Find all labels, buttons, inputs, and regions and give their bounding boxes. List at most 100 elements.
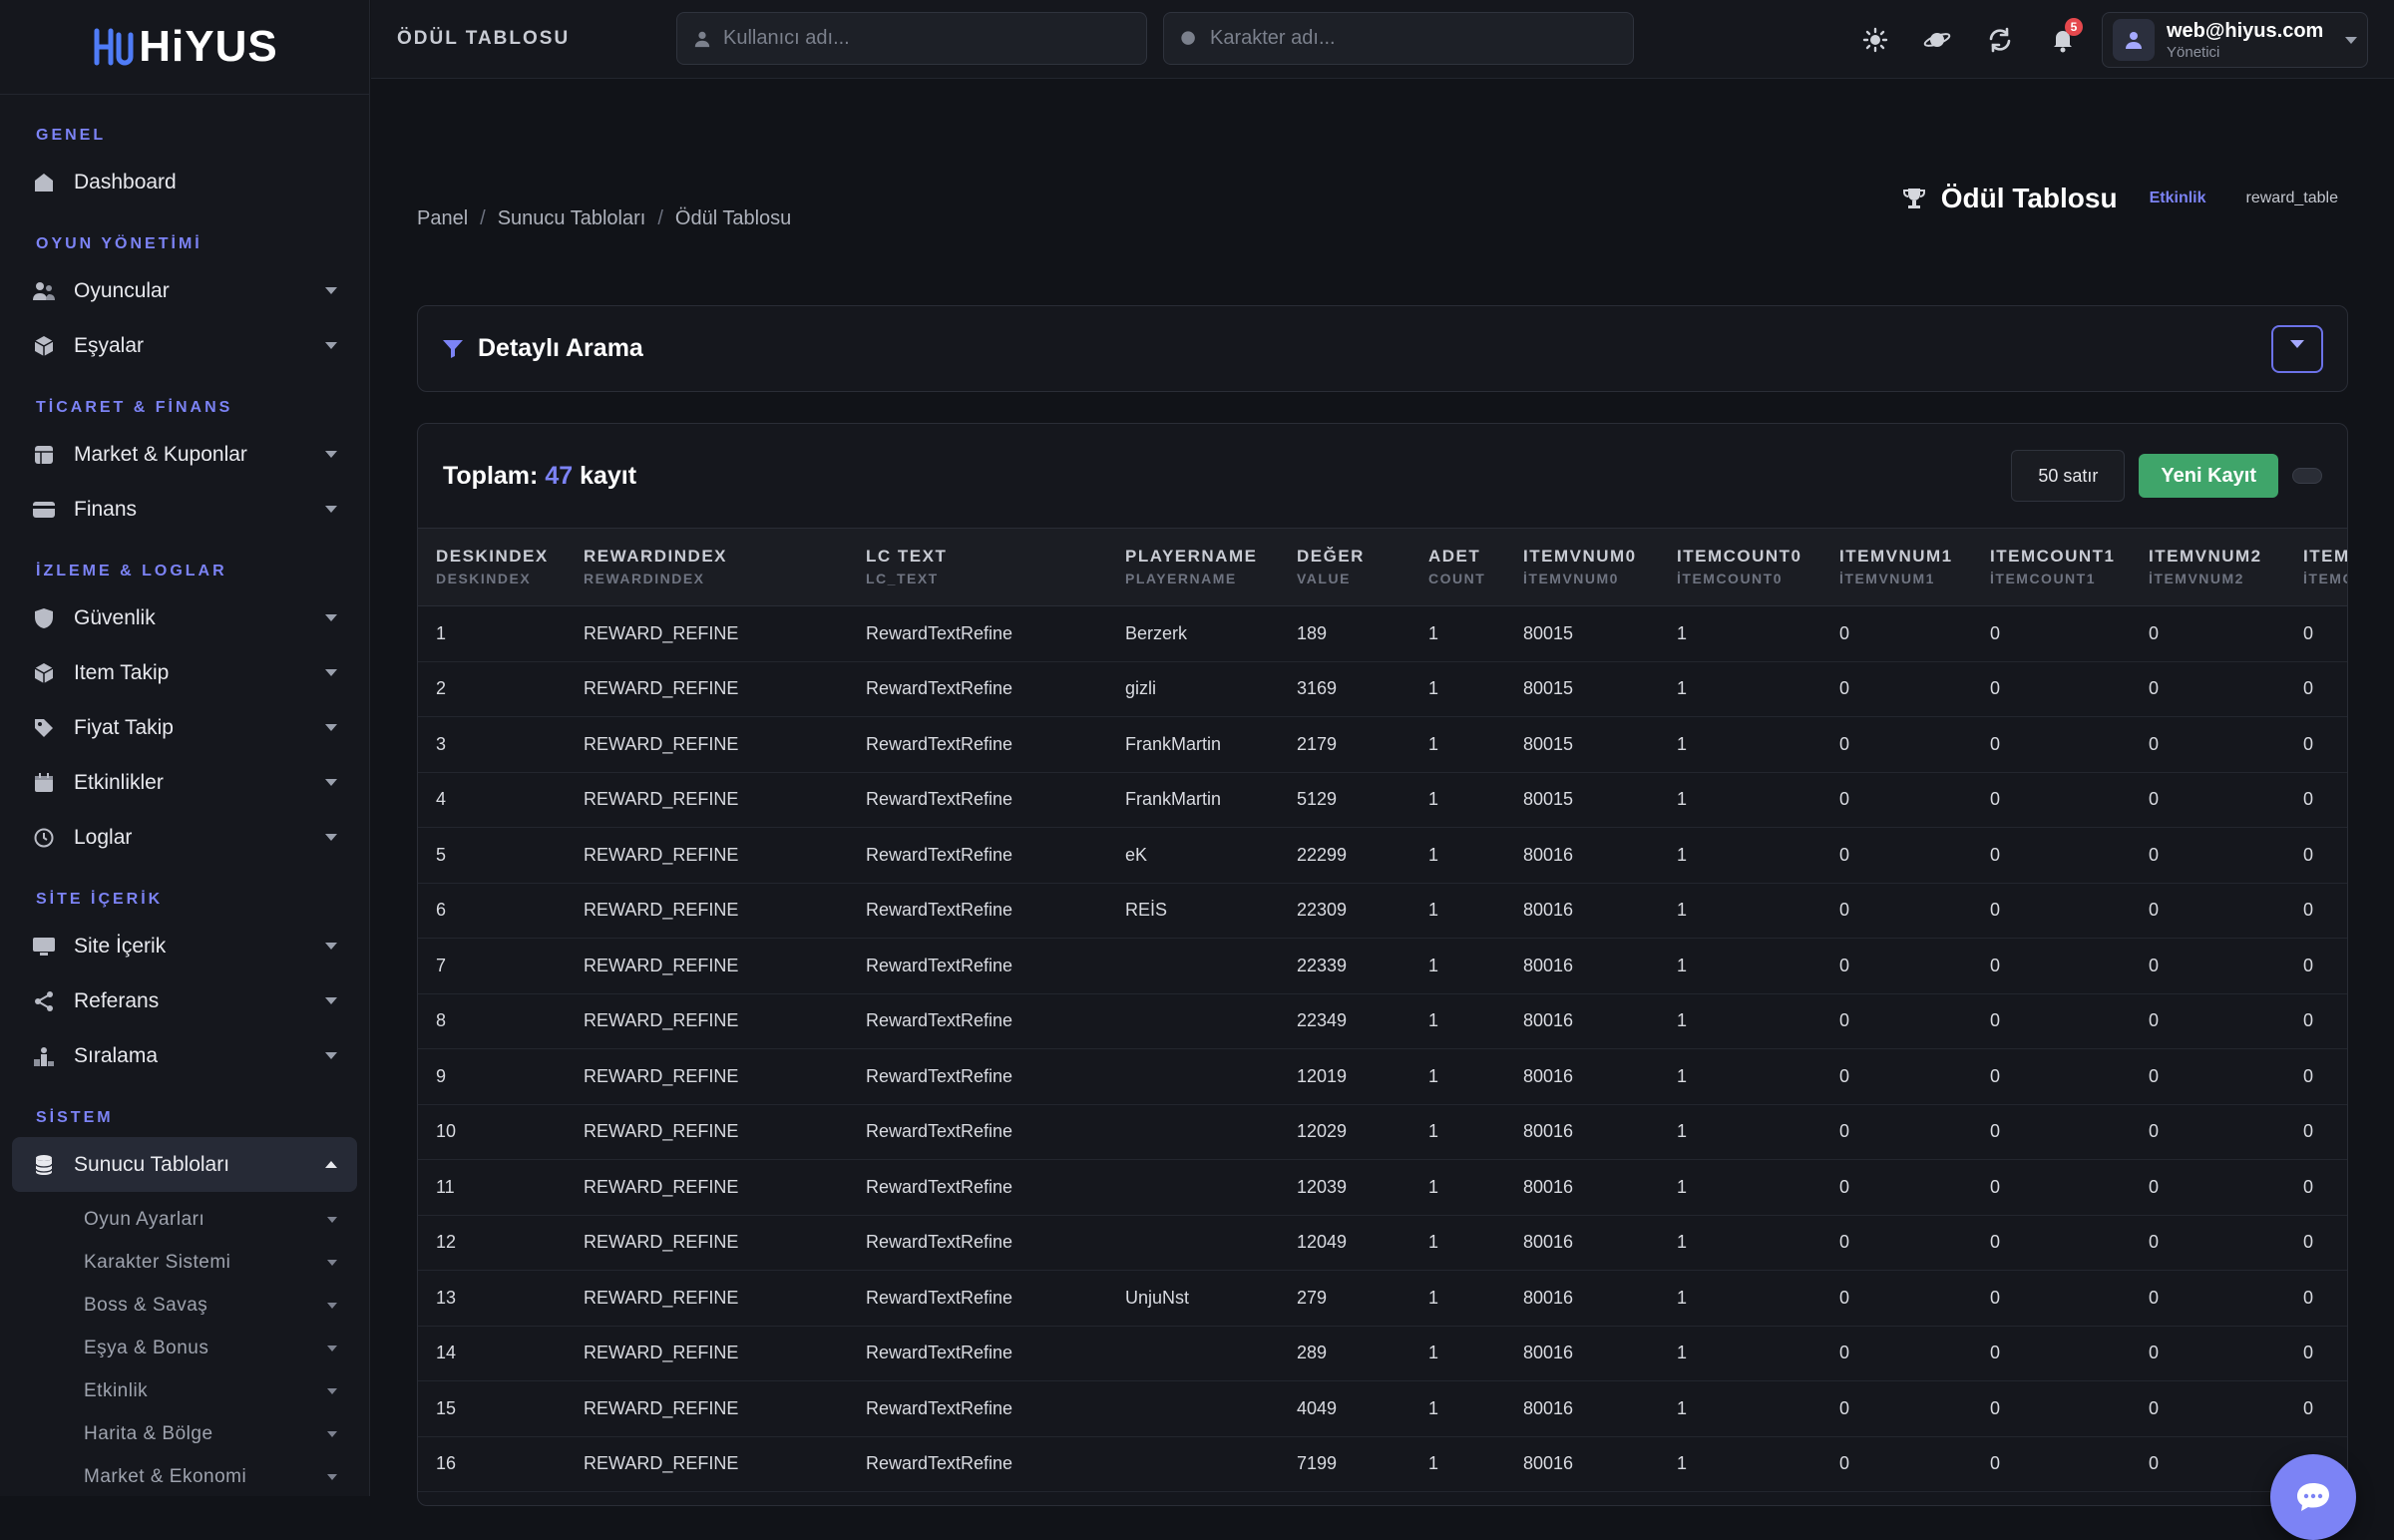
sidebar-item-label: Finans (74, 498, 325, 522)
table-cell: 0 (1972, 1326, 2131, 1381)
column-header[interactable]: ITEMCOUNT1İTEMCOUNT1 (1972, 529, 2131, 606)
sidebar-item-site-i-erik[interactable]: Site İçerik (12, 919, 357, 973)
column-title: ITEMVNUM1 (1839, 547, 1972, 567)
table-cell: 0 (2285, 1049, 2348, 1105)
table-row[interactable]: 6REWARD_REFINERewardTextRefineREİS223091… (418, 883, 2348, 939)
table-cell: RewardTextRefine (848, 717, 1107, 773)
chevron-up-icon (325, 1161, 337, 1168)
sidebar-item-sunucu-tablolar[interactable]: Sunucu Tabloları (12, 1137, 357, 1192)
column-toggle[interactable] (2292, 468, 2322, 484)
sidebar-item-label: Eşyalar (74, 334, 325, 358)
sidebar-item-loglar[interactable]: Loglar (12, 810, 357, 865)
user-menu[interactable]: web@hiyus.com Yönetici (2102, 12, 2368, 68)
char-search-box[interactable] (1163, 12, 1634, 65)
column-header[interactable]: ITEMVNUM2İTEMVNUM2 (2131, 529, 2285, 606)
sidebar-subitem[interactable]: Etkinlik (12, 1369, 357, 1412)
search-icon (1180, 30, 1198, 48)
table-cell: 1 (1659, 717, 1821, 773)
sidebar-item-item-takip[interactable]: Item Takip (12, 645, 357, 700)
sidebar-subitem[interactable]: Boss & Savaş (12, 1284, 357, 1327)
table-cell: gizli (1107, 661, 1279, 717)
table-row[interactable]: 1REWARD_REFINERewardTextRefineBerzerk189… (418, 606, 2348, 662)
sidebar-subitem[interactable]: Eşya & Bonus (12, 1327, 357, 1369)
column-header[interactable]: LC TEXTLC_TEXT (848, 529, 1107, 606)
sidebar-item-oyuncular[interactable]: Oyuncular (12, 263, 357, 318)
column-header[interactable]: ITEMCOUNT2İTEMCOUNT2 (2285, 529, 2348, 606)
planet-button[interactable] (1919, 22, 1955, 58)
table-cell: 3 (418, 717, 566, 773)
table-cell: REWARD_REFINE (566, 939, 848, 994)
table-row[interactable]: 8REWARD_REFINERewardTextRefine2234918001… (418, 993, 2348, 1049)
sidebar-item-label: Referans (74, 989, 325, 1013)
user-search-box[interactable] (676, 12, 1147, 65)
sidebar-item-e-yalar[interactable]: Eşyalar (12, 318, 357, 373)
table-row[interactable]: 11REWARD_REFINERewardTextRefine120391800… (418, 1160, 2348, 1216)
char-search-input[interactable] (1210, 27, 1617, 50)
column-header[interactable]: ITEMVNUM1İTEMVNUM1 (1821, 529, 1972, 606)
table-row[interactable]: 7REWARD_REFINERewardTextRefine2233918001… (418, 939, 2348, 994)
notifications-button[interactable]: 5 (2045, 22, 2081, 58)
table-row[interactable]: 15REWARD_REFINERewardTextRefine404918001… (418, 1381, 2348, 1437)
table-row[interactable]: 12REWARD_REFINERewardTextRefine120491800… (418, 1215, 2348, 1271)
refresh-button[interactable] (1982, 22, 2018, 58)
theme-toggle-button[interactable] (1857, 22, 1893, 58)
cube-icon (32, 334, 56, 358)
total-suffix: kayıt (580, 462, 636, 490)
table-row[interactable]: 9REWARD_REFINERewardTextRefine1201918001… (418, 1049, 2348, 1105)
logo[interactable]: HiYUS (0, 0, 369, 95)
breadcrumb-panel[interactable]: Panel (417, 207, 468, 230)
column-header[interactable]: PLAYERNAMEPLAYERNAME (1107, 529, 1279, 606)
table-cell (1107, 1381, 1279, 1437)
sidebar-item-g-venlik[interactable]: Güvenlik (12, 590, 357, 645)
rows-per-page-select[interactable]: 50 satır (2011, 450, 2125, 502)
sidebar-subitem[interactable]: Karakter Sistemi (12, 1241, 357, 1284)
sidebar-item-referans[interactable]: Referans (12, 973, 357, 1028)
sidebar-subitem[interactable]: Harita & Bölge (12, 1412, 357, 1455)
new-record-button[interactable]: Yeni Kayıt (2139, 454, 2278, 498)
table-cell: 80016 (1505, 883, 1659, 939)
sidebar-item-s-ralama[interactable]: Sıralama (12, 1028, 357, 1083)
table-row[interactable]: 13REWARD_REFINERewardTextRefineUnjuNst27… (418, 1271, 2348, 1327)
sidebar-item-etkinlikler[interactable]: Etkinlikler (12, 755, 357, 810)
column-field-name: İTEMCOUNT1 (1990, 571, 2131, 586)
sidebar-subitem[interactable]: Oyun Ayarları (12, 1198, 357, 1241)
sidebar-item-dashboard[interactable]: Dashboard (12, 155, 357, 209)
table-row[interactable]: 4REWARD_REFINERewardTextRefineFrankMarti… (418, 772, 2348, 828)
column-header[interactable]: REWARDINDEXREWARDINDEX (566, 529, 848, 606)
table-row[interactable]: 2REWARD_REFINERewardTextRefinegizli31691… (418, 661, 2348, 717)
chevron-down-icon (327, 1388, 337, 1394)
column-title: PLAYERNAME (1125, 547, 1279, 567)
table-cell: 2 (418, 661, 566, 717)
column-header[interactable]: ITEMCOUNT0İTEMCOUNT0 (1659, 529, 1821, 606)
table-row[interactable]: 5REWARD_REFINERewardTextRefineeK22299180… (418, 828, 2348, 884)
table-row[interactable]: 3REWARD_REFINERewardTextRefineFrankMarti… (418, 717, 2348, 773)
table-cell: 1 (1410, 1215, 1505, 1271)
table-cell: RewardTextRefine (848, 993, 1107, 1049)
column-header[interactable]: ADETCOUNT (1410, 529, 1505, 606)
table-cell: 4 (418, 772, 566, 828)
table-cell: 0 (1821, 717, 1972, 773)
table-cell: 0 (2285, 1160, 2348, 1216)
table-cell: 0 (1821, 939, 1972, 994)
table-row[interactable]: 16REWARD_REFINERewardTextRefine719918001… (418, 1436, 2348, 1492)
trophy-icon (1901, 186, 1927, 211)
sidebar-item-label: Site İçerik (74, 935, 325, 959)
expand-search-button[interactable] (2271, 325, 2323, 373)
column-header[interactable]: DEĞERVALUE (1279, 529, 1410, 606)
sidebar-item-finans[interactable]: Finans (12, 482, 357, 537)
column-header[interactable]: ITEMVNUM0İTEMVNUM0 (1505, 529, 1659, 606)
sidebar-item-fiyat-takip[interactable]: Fiyat Takip (12, 700, 357, 755)
chat-button[interactable] (2270, 1454, 2356, 1540)
column-title: DEĞER (1297, 547, 1410, 567)
user-search-input[interactable] (723, 27, 1130, 50)
table-cell: 0 (2131, 661, 2285, 717)
table-row[interactable]: 10REWARD_REFINERewardTextRefine120291800… (418, 1104, 2348, 1160)
table-cell: 0 (2131, 993, 2285, 1049)
breadcrumb-server-tables[interactable]: Sunucu Tabloları (498, 207, 646, 230)
column-header[interactable]: DESKINDEXDESKINDEX (418, 529, 566, 606)
sidebar-subitem[interactable]: Market & Ekonomi (12, 1455, 357, 1498)
sidebar-item-market-kuponlar[interactable]: Market & Kuponlar (12, 427, 357, 482)
table-row[interactable]: 14REWARD_REFINERewardTextRefine289180016… (418, 1326, 2348, 1381)
table-cell: 4049 (1279, 1381, 1410, 1437)
table-cell: RewardTextRefine (848, 1381, 1107, 1437)
